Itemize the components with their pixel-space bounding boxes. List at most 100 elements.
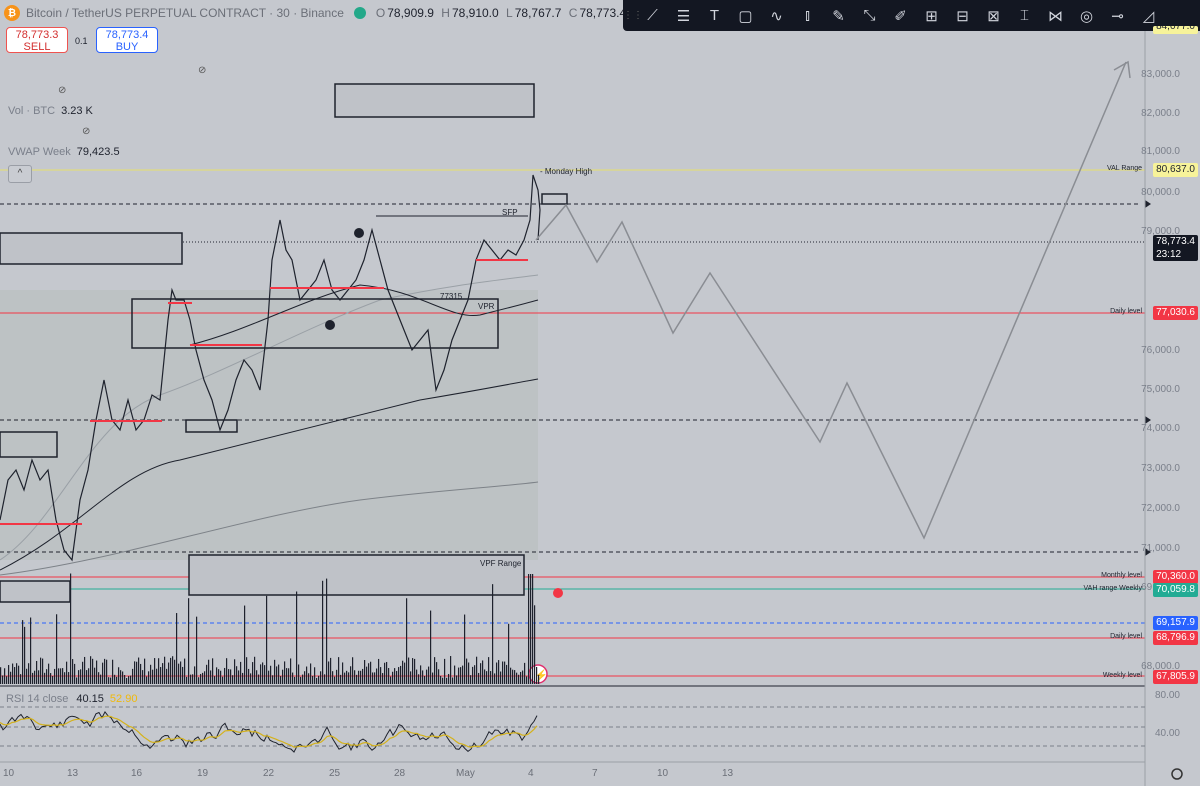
hline-icon[interactable]: ⊸ — [1102, 2, 1133, 30]
volume-bar — [108, 677, 110, 684]
pencil-icon[interactable]: ✐ — [885, 2, 916, 30]
short-position-icon[interactable]: ⊠ — [978, 2, 1009, 30]
vol-label: Vol · BTC — [8, 105, 56, 117]
trend-line-icon[interactable]: ⟋ — [637, 2, 668, 30]
long-position-icon[interactable]: ⊟ — [947, 2, 978, 30]
marker-circle-1 — [354, 228, 364, 238]
volume-bar — [536, 666, 538, 684]
volume-bar — [290, 658, 292, 684]
volume-bar — [504, 661, 506, 684]
volume-bar — [334, 676, 336, 684]
volume-bar — [56, 614, 58, 684]
hidden-eye-icon[interactable]: ⊘ — [198, 65, 212, 76]
chart-stage[interactable]: ⚡ ₿ Bitcoin / TetherUS PERPETUAL CONTRAC… — [0, 0, 1200, 786]
volume-bar — [456, 675, 458, 684]
volume-bar — [506, 664, 508, 684]
rectangle-icon[interactable]: ▢ — [730, 2, 761, 30]
volume-bar — [458, 667, 460, 684]
volume-bar — [216, 667, 218, 684]
volume-bar — [272, 675, 274, 684]
volume-bar — [292, 672, 294, 684]
volume-bar — [412, 658, 414, 684]
volume-bar — [238, 670, 240, 684]
volume-bar — [118, 667, 120, 684]
time-label: 25 — [329, 768, 341, 779]
volume-bar — [372, 672, 374, 684]
time-label: 7 — [592, 768, 598, 779]
volume-bar — [98, 672, 100, 684]
volume-bar — [142, 670, 144, 684]
symbol-title[interactable]: Bitcoin / TetherUS PERPETUAL CONTRACT · … — [26, 6, 344, 20]
volume-bar — [54, 668, 56, 684]
volume-bar — [262, 662, 264, 684]
ruler-icon[interactable]: ⤡ — [854, 2, 885, 30]
volume-bar — [370, 661, 372, 684]
volume-bar — [450, 656, 452, 684]
brush-icon[interactable]: ✎ — [823, 2, 854, 30]
grid-icon[interactable]: ⊞ — [916, 2, 947, 30]
volume-bar — [510, 667, 512, 684]
sell-button[interactable]: 78,773.3 SELL — [6, 27, 68, 53]
volume-bar — [226, 658, 228, 684]
volume-legend[interactable]: Vol · BTC 3.23 K — [8, 105, 93, 117]
vpr-value: 77315 — [440, 292, 463, 301]
hidden-eye-icon[interactable]: ⊘ — [58, 85, 72, 96]
chart-canvas[interactable]: ⚡ — [0, 0, 1200, 786]
volume-bar — [180, 661, 182, 684]
fib-icon[interactable]: ☰ — [668, 2, 699, 30]
volume-bar — [378, 658, 380, 684]
volume-bar — [104, 658, 106, 684]
monday-high-label: - Monday High — [540, 167, 593, 176]
rsi-ma-value: 52.90 — [109, 693, 138, 705]
vwap-legend[interactable]: VWAP Week 79,423.5 — [8, 146, 120, 158]
volume-bar — [86, 670, 88, 684]
symbol-header[interactable]: ₿ Bitcoin / TetherUS PERPETUAL CONTRACT … — [0, 0, 630, 26]
volume-bar — [42, 658, 44, 684]
time-label: 13 — [67, 768, 79, 779]
text-icon[interactable]: T — [699, 2, 730, 30]
volume-bar — [254, 656, 256, 684]
level-tag-vah-range-weekly: VAH range Weekly — [1083, 585, 1143, 592]
price-range-icon[interactable]: ⌶ — [1009, 2, 1040, 30]
volume-bar — [172, 656, 174, 684]
volume-bar — [224, 667, 226, 684]
collapse-legend-button[interactable]: ^ — [8, 165, 32, 183]
volume-bar — [324, 674, 326, 684]
rsi-ma-line — [0, 715, 538, 748]
zone-box-left-3 — [0, 580, 71, 603]
target-icon[interactable]: ◎ — [1071, 2, 1102, 30]
rsi-legend[interactable]: RSI 14 close 40.15 52.90 — [6, 693, 137, 705]
price-label-blue-level: 69,157.9 — [1153, 616, 1198, 630]
volume-bar — [32, 672, 34, 684]
volume-bar — [72, 659, 74, 684]
volume-bar — [126, 677, 128, 684]
ohlc-high: 78,910.0 — [451, 6, 499, 20]
rsi-label: RSI 14 close — [6, 693, 69, 705]
settings-gear-icon[interactable] — [1171, 768, 1183, 780]
volume-bar — [514, 670, 516, 684]
buy-button[interactable]: 78,773.4 BUY — [96, 27, 158, 53]
volume-bar — [190, 674, 192, 684]
volume-bar — [48, 663, 50, 684]
level-tag-monthly-level: Monthly level — [1101, 572, 1142, 579]
path-icon[interactable]: ∿ — [761, 2, 792, 30]
ohlc-low-key: L — [506, 6, 513, 20]
bars-pattern-icon[interactable]: ⫾ — [792, 2, 823, 30]
toolbar-grip-icon[interactable]: ⋮⋮ — [623, 10, 643, 21]
level-tag-daily-level-2: Daily level — [1110, 633, 1142, 640]
vpr-label: VPR — [478, 302, 495, 311]
hidden-eye-icon[interactable]: ⊘ — [82, 126, 96, 137]
volume-bar — [376, 668, 378, 684]
volume-bar — [82, 661, 84, 684]
volume-bar — [102, 662, 104, 684]
pattern-icon[interactable]: ⋈ — [1040, 2, 1071, 30]
volume-bar — [18, 665, 20, 684]
volume-bar — [162, 663, 164, 684]
volume-bar — [502, 661, 504, 684]
arrow-marker-1 — [1145, 200, 1151, 208]
vol-value: 3.23 K — [61, 105, 93, 117]
volume-bar — [388, 668, 390, 684]
buy-price: 78,773.4 — [105, 29, 149, 41]
volume-bar — [516, 672, 518, 684]
volume-bar — [364, 660, 366, 684]
